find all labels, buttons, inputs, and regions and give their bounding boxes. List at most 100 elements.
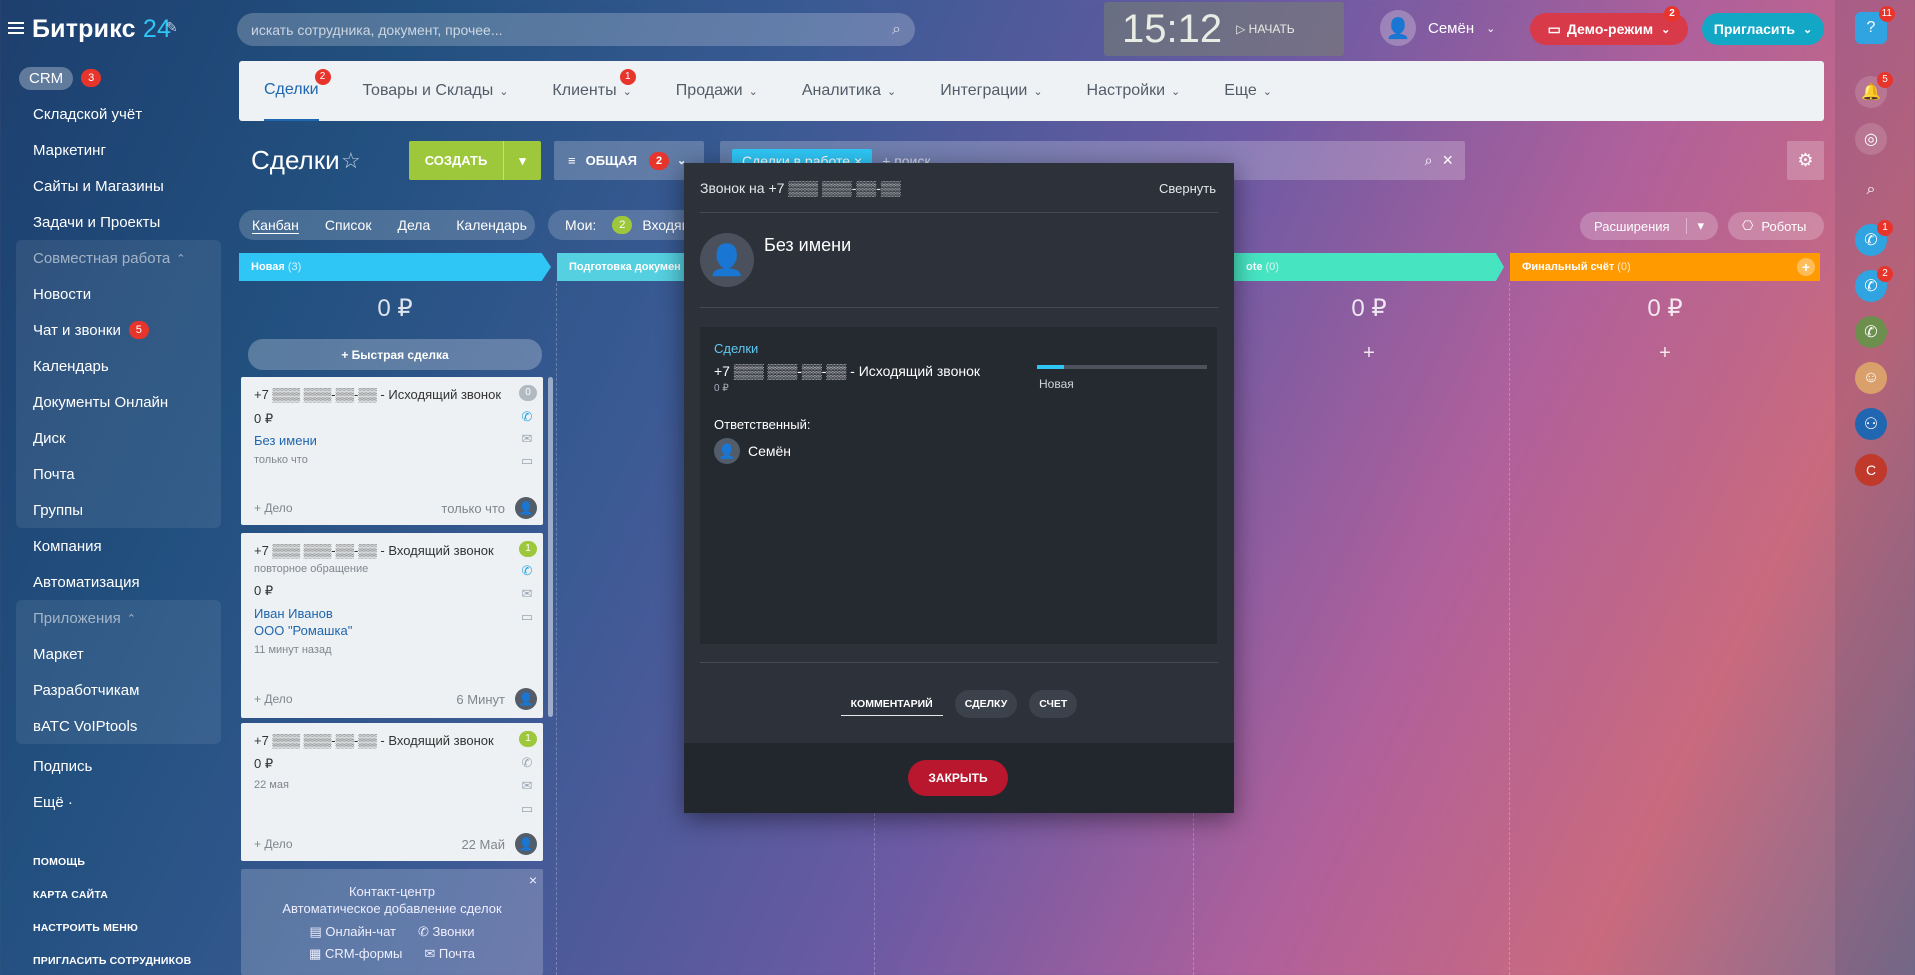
view-list[interactable]: Список [325,217,372,233]
responsible-avatar-icon[interactable]: 👤 [515,497,537,519]
help-link[interactable]: Помощь [33,856,191,889]
tab-analytics[interactable]: Аналитика ⌄ [802,61,896,121]
phone-icon[interactable]: ✆ [519,409,535,425]
collapse-button[interactable]: Свернуть [1159,181,1216,196]
add-activity-link[interactable]: + Дело [254,692,293,706]
search-icon[interactable]: ⌕ [1425,152,1433,169]
stage-header[interactable]: Подготовка докумен [557,253,685,281]
edit-pencil-icon[interactable]: ✎ [166,19,178,36]
menu-item[interactable]: Почта [16,456,221,492]
menu-item[interactable]: Маркет [16,636,221,672]
create-button[interactable]: СОЗДАТЬ ▾ [409,141,541,180]
tab-deals[interactable]: Сделки 2 [264,61,331,121]
add-activity-link[interactable]: + Дело [254,837,293,851]
tab-products[interactable]: Товары и Склады ⌄ [363,61,509,121]
chat-icon[interactable]: ▭ [519,453,535,469]
tab-settings[interactable]: Настройки ⌄ [1087,61,1181,121]
contact-name[interactable]: Без имени [764,235,851,256]
chat-icon[interactable]: ▭ [519,801,535,817]
menu-item[interactable]: Задачи и Проекты [16,204,221,240]
deal-stage-progress[interactable] [1037,365,1207,369]
menu-item[interactable]: Чат и звонки 5 [16,312,221,348]
robots-button[interactable]: ⎔ Роботы [1728,212,1824,240]
tab-more[interactable]: Еще ⌄ [1224,61,1272,121]
deal-title[interactable]: +7 ▒▒▒ ▒▒▒-▒▒-▒▒ - Исходящий звонок [254,387,501,402]
filter-preset-button[interactable]: ≡ ОБЩАЯ 2 ⌄ [554,141,704,180]
contact-avatar-icon[interactable]: 👤 [700,233,754,287]
mail-icon[interactable]: ✉ [519,431,535,447]
menu-item[interactable]: Компания [16,528,221,564]
scrollbar[interactable] [548,377,553,717]
close-button[interactable]: ЗАКРЫТЬ [908,760,1008,796]
mail-icon[interactable]: ✉ [519,586,535,602]
gear-icon[interactable]: ⚙ [1787,141,1824,180]
add-stage-icon[interactable]: + [1797,258,1815,276]
invite-button[interactable]: Пригласить ⌄ [1702,13,1824,45]
tab-clients[interactable]: Клиенты ⌄ 1 [552,61,636,121]
deal-contact[interactable]: Без имени [254,433,317,448]
phone-icon[interactable]: ✆ [519,563,535,579]
tab-invoice[interactable]: СЧЕТ [1029,690,1078,718]
view-activities[interactable]: Дела [397,217,430,233]
phone-icon[interactable]: ✆ [519,755,535,771]
responsible-name[interactable]: Семён [748,443,791,459]
user-menu[interactable]: 👤 Семён ⌄ [1380,10,1495,46]
menu-item[interactable]: Сайты и Магазины [16,168,221,204]
deal-card[interactable]: +7 ▒▒▒ ▒▒▒-▒▒-▒▒ - Исходящий звонок 0 0 … [241,377,543,525]
help-icon[interactable]: ? 11 [1855,6,1895,44]
stage-header[interactable]: Новая (3) [239,253,551,281]
calls-link[interactable]: ✆ Звонки [418,924,475,940]
demo-mode-button[interactable]: ▭ Демо-режим ⌄ 2 [1530,6,1688,45]
menu-more[interactable]: Ещё · [16,784,221,820]
crm-forms-link[interactable]: ▦ CRM-формы [309,946,402,962]
chat-icon[interactable]: ▭ [519,609,535,625]
extensions-button[interactable]: Расширения ▾ [1580,212,1718,240]
chevron-down-icon[interactable]: ▾ [1686,218,1704,234]
invite-employees-link[interactable]: Пригласить сотрудников [33,955,191,975]
menu-group-header[interactable]: Совместная работа ⌃ [16,240,221,276]
menu-item[interactable]: Документы Онлайн [16,384,221,420]
deals-label[interactable]: Сделки [714,341,758,356]
user-avatar-icon[interactable]: ☺ [1855,362,1887,394]
search-input[interactable]: искать сотрудника, документ, прочее... ⌕ [237,13,915,46]
call-icon[interactable]: ✆ 2 [1855,266,1893,302]
group-chat-icon[interactable]: ⚇ [1855,408,1887,440]
menu-item[interactable]: Маркетинг [16,132,221,168]
mine-counter[interactable]: 2 [612,216,633,234]
bell-icon[interactable]: 🔔 5 [1855,72,1893,108]
mail-link[interactable]: ✉ Почта [424,946,475,962]
logo[interactable]: Битрикс 24 [32,15,171,44]
responsible-avatar-icon[interactable]: 👤 [515,688,537,710]
deal-title[interactable]: +7 ▒▒▒ ▒▒▒-▒▒-▒▒ - Исходящий звонок [714,363,980,379]
star-icon[interactable]: ☆ [341,148,361,174]
responsible-avatar-icon[interactable]: 👤 [515,833,537,855]
start-button[interactable]: ▷ НАЧАТЬ [1236,22,1295,36]
menu-item[interactable]: Складской учёт [16,96,221,132]
deal-card[interactable]: +7 ▒▒▒ ▒▒▒-▒▒-▒▒ - Входящий звонок 1 0 ₽… [241,723,543,861]
deal-card[interactable]: +7 ▒▒▒ ▒▒▒-▒▒-▒▒ - Входящий звонок 1 пов… [241,533,543,718]
menu-item[interactable]: Календарь [16,348,221,384]
work-clock[interactable]: 15:12 ▷ НАЧАТЬ [1104,2,1344,56]
online-chat-link[interactable]: ▤ Онлайн-чат [310,924,396,940]
menu-burger-icon[interactable] [8,22,24,34]
menu-item[interactable]: Новости [16,276,221,312]
menu-item[interactable]: Разработчикам [16,672,221,708]
menu-item[interactable]: вАТС VoIPtools [16,708,221,744]
stage-header[interactable]: ote (0) [1234,253,1504,281]
menu-item[interactable]: Группы [16,492,221,528]
menu-item[interactable]: Автоматизация [16,564,221,600]
deal-title[interactable]: +7 ▒▒▒ ▒▒▒-▒▒-▒▒ - Входящий звонок [254,733,494,748]
user-avatar-icon[interactable]: С [1855,454,1887,486]
close-icon[interactable]: × [1442,150,1453,171]
tab-sales[interactable]: Продажи ⌄ [676,61,758,121]
menu-group-header[interactable]: Приложения ⌃ [16,600,221,636]
deal-title[interactable]: +7 ▒▒▒ ▒▒▒-▒▒-▒▒ - Входящий звонок [254,543,494,558]
menu-item-crm[interactable]: CRM 3 [16,60,221,96]
add-activity-link[interactable]: + Дело [254,501,293,515]
tab-comment[interactable]: КОММЕНТАРИЙ [840,692,943,716]
configure-menu-link[interactable]: Настроить меню [33,922,191,955]
call-icon[interactable]: ✆ 1 [1855,220,1893,256]
sitemap-link[interactable]: Карта сайта [33,889,191,922]
add-deal-icon[interactable]: + [1510,342,1820,365]
tab-deal[interactable]: СДЕЛКУ [954,690,1018,718]
